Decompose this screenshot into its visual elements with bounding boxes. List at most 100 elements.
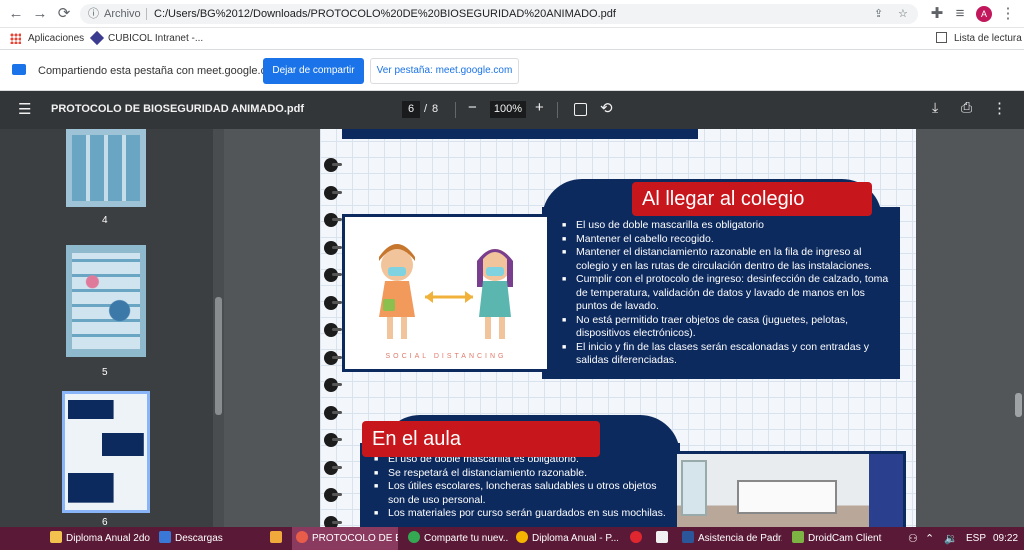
bookmark-cubicol[interactable]: CUBICOL Intranet -...	[108, 33, 203, 44]
page-number-input[interactable]: 6	[402, 101, 420, 118]
spiral-ring	[324, 241, 342, 255]
address-bar[interactable]: ⓘ Archivo C:/Users/BG%2012/Downloads/PRO…	[80, 4, 918, 24]
profile-avatar[interactable]: A	[976, 6, 992, 22]
extensions-icon[interactable]: ✚	[927, 4, 947, 24]
bookmark-apps[interactable]: Aplicaciones	[28, 33, 84, 44]
taskbar-item-document[interactable]	[652, 527, 674, 550]
thumbnail-page-6[interactable]	[62, 391, 150, 513]
page-toolbar-divider	[455, 102, 456, 118]
section1-content-box: El uso de doble mascarilla es obligatori…	[542, 207, 900, 379]
thumbnail-page-5[interactable]	[66, 245, 146, 357]
browser-toolbar: ← → ⟳ ⓘ Archivo C:/Users/BG%2012/Downloa…	[0, 0, 1024, 28]
section1-bullet: El uso de doble mascarilla es obligatori…	[562, 219, 890, 233]
taskbar-item-comparte[interactable]: Comparte tu nuev...	[404, 527, 508, 550]
reading-list[interactable]: Lista de lectura	[954, 33, 1022, 44]
keyboard-language[interactable]: ESP	[966, 533, 986, 544]
tab-sharing-bar: Compartiendo esta pestaña con meet.googl…	[0, 50, 1024, 91]
clock-time[interactable]: 09:22	[993, 533, 1018, 544]
people-tray-icon[interactable]: ⚇	[908, 532, 918, 545]
media-control-icon[interactable]: ≡	[950, 4, 970, 24]
spiral-ring	[324, 488, 342, 502]
apps-grid-icon[interactable]	[10, 33, 21, 44]
spiral-ring	[324, 158, 342, 172]
download-icon[interactable]: ⤓	[932, 99, 938, 116]
taskbar-item-downloads[interactable]: Descargas	[155, 527, 259, 550]
taskbar-item-folder[interactable]	[266, 527, 286, 550]
pdf-toolbar: ☰ PROTOCOLO DE BIOSEGURIDAD ANIMADO.pdf …	[0, 91, 1024, 129]
chrome-icon	[408, 531, 420, 543]
taskbar-item-label: Descargas	[175, 533, 223, 544]
taskbar-item-opera[interactable]	[626, 527, 648, 550]
thumbnail-page-4[interactable]	[66, 129, 146, 207]
pdf-document-area: El uso de doble mascarilla es obligatori…	[224, 129, 1024, 527]
spiral-ring	[324, 516, 342, 527]
fit-to-page-icon[interactable]	[574, 103, 587, 116]
zoom-toolbar-divider	[557, 102, 558, 118]
document-scrollbar[interactable]	[1013, 129, 1024, 527]
taskbar-item-label: Comparte tu nuev...	[424, 533, 508, 544]
page-separator: /	[424, 103, 428, 115]
double-arrow-shape	[425, 291, 473, 303]
taskbar-item-diploma-anual[interactable]: Diploma Anual - P...	[512, 527, 618, 550]
whiteboard-shape	[737, 480, 837, 514]
address-scheme-label: Archivo	[104, 8, 141, 20]
menu-kebab-icon[interactable]: ⋮	[998, 4, 1018, 24]
spiral-ring	[324, 213, 342, 227]
taskbar-item-droidcam[interactable]: DroidCam Client	[788, 527, 888, 550]
spiral-ring	[324, 378, 342, 392]
thumbnail-scrollbar-thumb[interactable]	[215, 297, 222, 415]
opera-icon	[630, 531, 642, 543]
taskbar-item-asistencia[interactable]: Asistencia de Padr...	[678, 527, 782, 550]
rotate-icon[interactable]: ⟲	[600, 99, 613, 117]
folder-icon	[50, 531, 62, 543]
spiral-ring	[324, 296, 342, 310]
thumbnail-number-6: 6	[102, 517, 108, 527]
reload-icon[interactable]: ⟳	[54, 4, 74, 24]
taskbar-item-pdf-protocol[interactable]: PROTOCOLO DE BI...	[292, 527, 398, 550]
download-arrow-icon	[159, 531, 171, 543]
chrome-icon	[516, 531, 528, 543]
zoom-out-icon[interactable]: −	[468, 99, 477, 116]
address-divider	[146, 8, 147, 20]
bookmark-star-icon[interactable]: ☆	[898, 4, 908, 24]
sharing-message: Compartiendo esta pestaña con meet.googl…	[38, 65, 282, 77]
reading-list-icon[interactable]	[936, 32, 947, 43]
spiral-ring	[324, 433, 342, 447]
document-icon	[656, 531, 668, 543]
section1-bullet: Mantener el distanciamiento razonable en…	[562, 246, 890, 273]
cubicol-logo-icon	[89, 30, 105, 46]
zoom-level-input[interactable]: 100%	[490, 101, 526, 118]
share-page-icon[interactable]: ⇪	[874, 4, 883, 24]
stop-sharing-button[interactable]: Dejar de compartir	[263, 58, 364, 84]
spiral-ring	[324, 351, 342, 365]
section1-bullet: El inicio y fin de las clases serán esca…	[562, 341, 890, 368]
spiral-ring	[324, 186, 342, 200]
thumbnail-scrollbar[interactable]	[213, 129, 224, 527]
spiral-ring	[324, 406, 342, 420]
illustration-caption: SOCIAL DISTANCING	[385, 353, 507, 360]
pdf-page: El uso de doble mascarilla es obligatori…	[320, 129, 916, 527]
pdf-title: PROTOCOLO DE BIOSEGURIDAD ANIMADO.pdf	[51, 103, 304, 115]
sidebar-menu-icon[interactable]: ☰	[18, 100, 31, 118]
more-options-icon[interactable]: ⋮	[992, 99, 1007, 117]
info-icon[interactable]: ⓘ	[88, 4, 99, 24]
taskbar-item-word-diploma[interactable]: Diploma Anual 2do...	[46, 527, 150, 550]
previous-section-block	[342, 129, 698, 139]
document-scrollbar-thumb[interactable]	[1015, 393, 1022, 417]
print-icon[interactable]: ⎙	[961, 99, 972, 116]
kids-distancing-drawing	[379, 244, 513, 339]
spiral-ring	[324, 323, 342, 337]
social-distancing-illustration: SOCIAL DISTANCING	[342, 214, 550, 372]
back-icon[interactable]: ←	[6, 4, 26, 24]
view-shared-tab-button[interactable]: Ver pestaña: meet.google.com	[370, 58, 519, 84]
expand-tray-icon[interactable]: ⌃	[925, 532, 934, 545]
thumbnail-number-5: 5	[102, 367, 108, 378]
spiral-ring	[324, 461, 342, 475]
zoom-in-icon[interactable]: +	[535, 99, 544, 116]
taskbar-item-label: DroidCam Client	[808, 533, 882, 544]
forward-icon[interactable]: →	[30, 4, 50, 24]
volume-icon[interactable]: 🔉	[944, 532, 958, 545]
screen-share-icon	[12, 64, 26, 75]
section2-heading: En el aula	[362, 421, 600, 457]
address-url: C:/Users/BG%2012/Downloads/PROTOCOLO%20D…	[154, 8, 616, 20]
